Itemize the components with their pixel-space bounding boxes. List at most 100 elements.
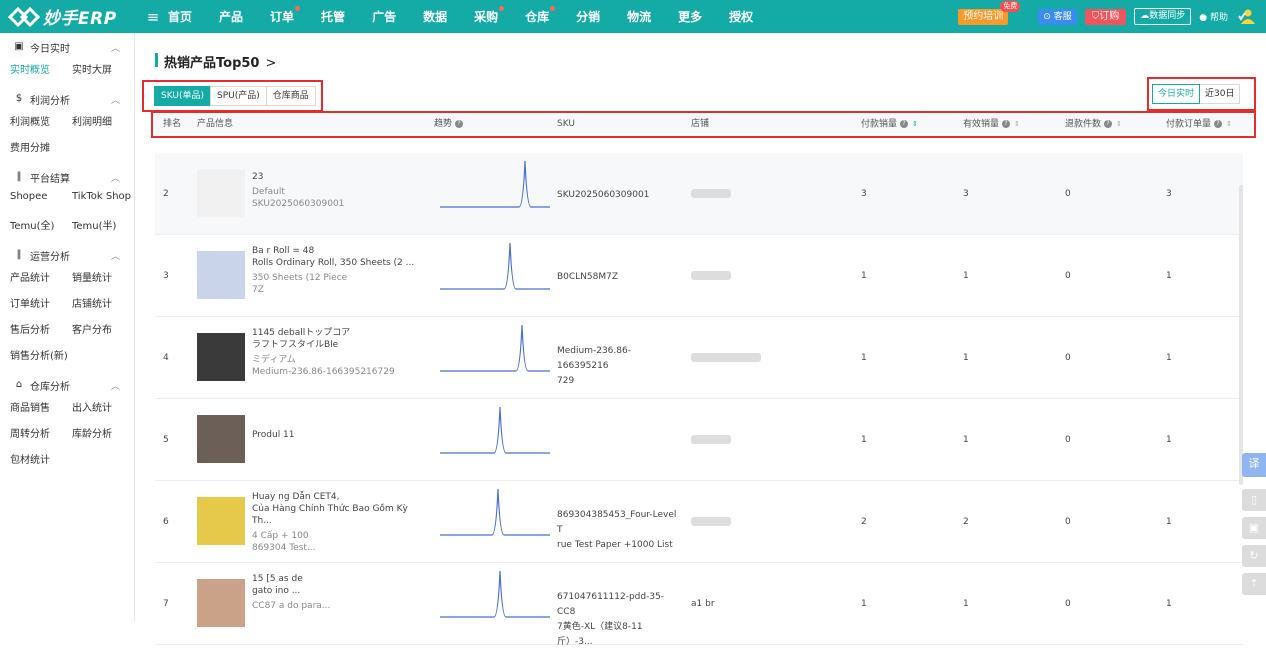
sidebar-item[interactable]: 销量统计 — [72, 269, 112, 284]
product-thumbnail[interactable] — [197, 251, 245, 299]
question-icon[interactable]: ? — [1002, 120, 1011, 128]
refresh-icon[interactable]: ↻ — [1242, 545, 1266, 567]
sidebar-item[interactable]: 销售分析(新) — [10, 347, 68, 362]
sidebar-item[interactable]: 实时大屏 — [72, 61, 112, 76]
sidebar-item[interactable]: 库龄分析 — [72, 425, 112, 440]
table-row[interactable]: 6 Huay ng Dẫn CET4, Của Hàng Chính Thức Ba… — [155, 481, 1243, 563]
sku-line1[interactable]: 671047611112-pdd-35-CC8 — [557, 590, 677, 620]
chevron-up-icon[interactable]: ︿ — [111, 93, 120, 106]
logo[interactable]: 妙手ERP — [7, 4, 146, 29]
screenshot-icon[interactable]: ▣ — [1242, 517, 1266, 539]
sidebar-item[interactable]: Shopee — [10, 191, 47, 202]
sort-icon[interactable]: ⇕ — [912, 114, 918, 134]
sidebar-item[interactable]: 店铺统计 — [72, 295, 112, 310]
tab-product-type[interactable]: SPU(产品) — [209, 86, 267, 106]
table-row[interactable]: 2 23 Default SKU2025060309001 SKU20250603090… — [155, 153, 1243, 235]
product-thumbnail[interactable] — [197, 333, 245, 381]
product-thumbnail[interactable] — [197, 579, 245, 627]
chevron-up-icon[interactable]: ︿ — [111, 171, 120, 184]
menu-toggle-icon[interactable]: ≡ — [146, 8, 160, 26]
sidebar-item[interactable]: 实时概览 — [10, 61, 50, 76]
tab-product-type[interactable]: 仓库商品 — [265, 86, 316, 106]
table-row[interactable]: 5 Produl 11 1 1 0 1 — [155, 399, 1243, 481]
question-icon[interactable]: ? — [1214, 120, 1223, 128]
product-thumbnail[interactable] — [197, 169, 245, 217]
question-icon[interactable]: ? — [1104, 120, 1113, 128]
col-refunds[interactable]: 退款件数? ⇕ — [1065, 114, 1122, 134]
nav-item[interactable]: 授权 — [729, 8, 753, 25]
tab-product-type[interactable]: SKU(单品) — [154, 86, 211, 106]
table-row[interactable]: 3 Ba r Roll = 48 Rolls Ordinary Roll, 350 … — [155, 235, 1243, 317]
sku-line1[interactable]: SKU2025060309001 — [557, 188, 677, 203]
sort-icon[interactable]: ⇕ — [1116, 114, 1122, 134]
sku-line1[interactable]: B0CLN58M7Z — [557, 270, 677, 285]
nav-item[interactable]: 广告 — [372, 8, 396, 25]
sidebar-section[interactable]: ▣ 今日实时 ︿ — [0, 35, 135, 59]
page-title[interactable]: 热销产品Top50 > — [164, 52, 276, 71]
scrollbar[interactable] — [1239, 185, 1243, 485]
sidebar-item[interactable]: 包材统计 — [10, 451, 50, 466]
sidebar-item[interactable]: 订单统计 — [10, 295, 50, 310]
nav-item[interactable]: 物流 — [627, 8, 651, 25]
question-icon[interactable]: ? — [455, 119, 464, 128]
sidebar-item[interactable]: 费用分摊 — [10, 139, 50, 154]
sidebar-section[interactable]: ⌂ 仓库分析 ︿ — [0, 373, 135, 397]
translate-icon[interactable]: 译 — [1242, 453, 1266, 477]
product-thumbnail[interactable] — [197, 415, 245, 463]
product-sku-meta: 7Z — [252, 285, 264, 295]
sidebar-item[interactable]: 售后分析 — [10, 321, 50, 336]
sidebar-item[interactable]: 客户分布 — [72, 321, 112, 336]
order-button[interactable]: ⛉订购 — [1084, 8, 1127, 25]
train-button[interactable]: 预约培训 免费 — [958, 0, 1021, 25]
question-icon[interactable]: ? — [900, 120, 909, 128]
tab-range[interactable]: 今日实时 — [1152, 84, 1201, 104]
sidebar-section[interactable]: $ 利润分析 ︿ — [0, 87, 135, 111]
sync-button[interactable]: ☁数据同步 — [1134, 8, 1192, 25]
nav-item[interactable]: 托管 — [321, 8, 345, 25]
product-name-line1[interactable]: Ba r Roll = 48 — [252, 245, 422, 257]
sidebar-item[interactable]: 出入统计 — [72, 399, 112, 414]
tab-range[interactable]: 近30日 — [1199, 84, 1241, 104]
service-button[interactable]: ⊙ 客服 — [1038, 8, 1077, 25]
sort-icon[interactable]: ⇕ — [1014, 114, 1020, 134]
sidebar-item[interactable]: 利润概览 — [10, 113, 50, 128]
col-paid-orders[interactable]: 付款订单量? ⇕ — [1166, 114, 1232, 134]
sidebar-item[interactable]: 利润明细 — [72, 113, 112, 128]
sku-line1[interactable]: Medium-236.86-166395216 — [557, 344, 677, 374]
nav-item[interactable]: 更多 — [678, 8, 702, 25]
chevron-up-icon[interactable]: ︿ — [111, 249, 120, 262]
sort-icon[interactable]: ⇕ — [1226, 114, 1232, 134]
nav-item[interactable]: 数据 — [423, 8, 447, 25]
nav-item[interactable]: 分销 — [576, 8, 600, 25]
col-valid-sales[interactable]: 有效销量? ⇕ — [963, 114, 1020, 134]
nav-item[interactable]: 仓库 — [525, 6, 556, 25]
product-name-line1[interactable]: 23 — [252, 171, 422, 183]
nav-item[interactable]: 首页 — [168, 8, 192, 25]
sidebar-section[interactable]: ‖ 运营分析 ︿ — [0, 243, 135, 267]
help-button[interactable]: ● 帮助 — [1199, 10, 1228, 23]
table-row[interactable]: 7 15 [5 as de gato ino ... CC87 a do para..… — [155, 563, 1243, 647]
product-thumbnail[interactable] — [197, 497, 245, 545]
chevron-up-icon[interactable]: ︿ — [111, 379, 120, 392]
sidebar-section[interactable]: ‖ 平台结算 ︿ — [0, 165, 135, 189]
nav-item[interactable]: 产品 — [219, 8, 243, 25]
sku-line1[interactable]: 869304385453_Four-Level T — [557, 508, 677, 538]
product-name-line1[interactable]: Produl 11 — [252, 429, 422, 441]
upload-icon[interactable]: ⇡ — [1242, 573, 1266, 595]
phone-icon[interactable]: ▯ — [1242, 489, 1266, 511]
table-row[interactable]: 4 1145 deballトップコア ラフトフスタイルBle ミディアム Medium-… — [155, 317, 1243, 399]
sidebar-item[interactable]: 产品统计 — [10, 269, 50, 284]
product-name-line1[interactable]: 1145 deballトップコア — [252, 327, 422, 339]
sidebar-item[interactable]: Temu(全) — [10, 217, 54, 232]
sidebar-item[interactable]: Temu(半) — [72, 217, 116, 232]
col-paid-sales[interactable]: 付款销量? ⇕ — [861, 114, 918, 134]
nav-item[interactable]: 采购 — [474, 6, 505, 25]
avatar[interactable] — [1238, 9, 1256, 25]
sidebar-item[interactable]: TikTok Shop — [72, 191, 131, 202]
product-name-line1[interactable]: 15 [5 as de — [252, 573, 422, 585]
nav-item[interactable]: 订单 — [270, 6, 301, 25]
chevron-up-icon[interactable]: ︿ — [111, 41, 120, 54]
sidebar-item[interactable]: 商品销售 — [10, 399, 50, 414]
product-name-line1[interactable]: Huay ng Dẫn CET4, — [252, 491, 422, 503]
sidebar-item[interactable]: 周转分析 — [10, 425, 50, 440]
